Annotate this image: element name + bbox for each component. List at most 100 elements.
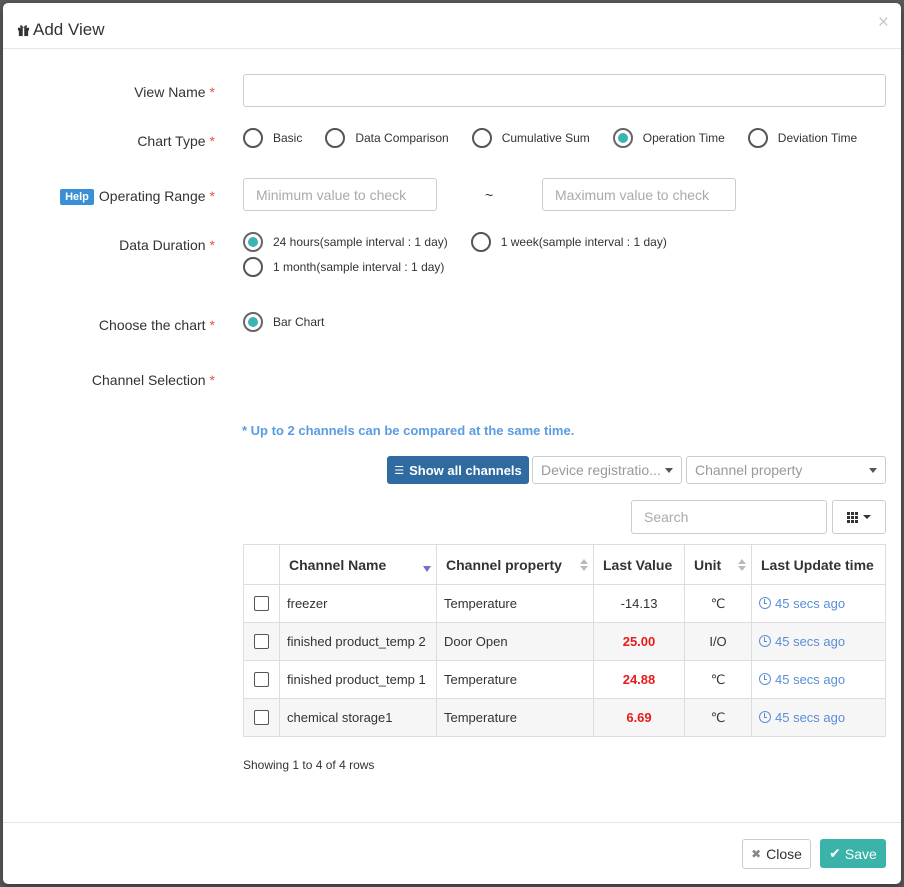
data-duration-radio-group-row2: 1 month(sample interval : 1 day) [243,257,444,277]
radio-label: Bar Chart [273,315,325,329]
duration-1-week[interactable]: 1 week(sample interval : 1 day) [470,232,667,252]
column-header-last-update-time: Last Update time [751,544,886,585]
last-value-cell: 25.00 [593,622,685,661]
column-header-label: Last Value [603,556,673,573]
channel-property-select[interactable]: Channel property [686,456,886,484]
gift-icon [17,24,30,36]
clock-icon [759,635,771,647]
clock-icon [759,673,771,685]
row-checkbox-cell [243,622,280,661]
last-update-text: 45 secs ago [775,672,846,687]
choose-chart-radio-group: Bar Chart [243,312,324,332]
table-row: freezer Temperature -14.13 ℃ 45 secs ago [243,584,886,623]
row-checkbox[interactable] [254,633,269,649]
radio-circle [612,128,633,148]
save-button[interactable]: ✔ Save [820,839,886,868]
last-update-cell: 45 secs ago [751,698,886,737]
column-header-label: Last Update time [761,556,874,573]
device-select-value: Device registratio... [541,462,661,478]
chart-type-radio-group: Basic Data Comparison Cumulative Sum Ope… [243,128,857,148]
last-update-text: 45 secs ago [775,634,846,649]
column-header-last-value: Last Value [593,544,685,585]
row-checkbox-cell [243,660,280,699]
radio-circle [243,257,263,277]
search-input[interactable] [631,500,827,534]
min-value-input[interactable] [243,178,437,211]
channel-selection-label: Channel Selection * [92,372,215,388]
close-icon: ✖ [751,847,762,861]
unit-cell: ℃ [684,660,752,699]
range-separator: ~ [485,187,494,203]
last-update-text: 45 secs ago [775,596,846,611]
modal-footer: ✖ Close ✔ Save [3,822,901,884]
channel-property-cell: Temperature [436,584,594,623]
modal-title: Add View [17,20,105,40]
required-mark: * [209,84,215,100]
data-duration-label-text: Data Duration [119,237,206,253]
row-checkbox-cell [243,584,280,623]
row-checkbox[interactable] [254,671,269,687]
last-update-cell: 45 secs ago [751,622,886,661]
view-name-input[interactable] [243,74,886,107]
required-mark: * [209,188,215,204]
duration-24-hours[interactable]: 24 hours(sample interval : 1 day) [243,232,448,252]
help-badge[interactable]: Help [60,189,94,205]
column-header-channel-property[interactable]: Channel property [436,544,594,585]
close-button[interactable]: ✖ Close [742,839,811,869]
table-header-row: Channel Name Channel property Last Value… [243,544,886,585]
column-header-unit[interactable]: Unit [684,544,752,585]
column-header-label: Channel Name [289,556,387,573]
required-mark: * [209,237,215,253]
unit-cell: I/O [684,622,752,661]
chart-type-data-comparison[interactable]: Data Comparison [325,128,449,148]
chart-bar-chart[interactable]: Bar Chart [243,312,324,332]
columns-toggle-button[interactable] [832,500,886,534]
chevron-down-icon [869,468,877,473]
show-all-channels-button[interactable]: ☰ Show all channels [387,456,529,484]
clock-icon [759,597,771,609]
channel-table: Channel Name Channel property Last Value… [243,544,886,737]
row-checkbox[interactable] [254,709,269,725]
close-icon[interactable]: × [878,13,889,32]
device-registration-select[interactable]: Device registratio... [532,456,682,484]
chart-type-cumulative-sum[interactable]: Cumulative Sum [471,128,590,148]
column-header-channel-name[interactable]: Channel Name [279,544,437,585]
radio-circle [243,128,263,148]
last-update-text: 45 secs ago [775,710,846,725]
check-icon: ✔ [829,845,841,861]
chart-type-label: Chart Type * [137,133,215,149]
table-row: chemical storage1 Temperature 6.69 ℃ 45 … [243,698,886,737]
channel-compare-note: * Up to 2 channels can be compared at th… [242,423,575,438]
unit-cell: ℃ [684,698,752,737]
required-mark: * [209,317,215,333]
chevron-down-icon [863,515,871,519]
view-name-label-text: View Name [134,84,206,100]
clock-icon [759,711,771,723]
chart-type-operation-time[interactable]: Operation Time [612,128,725,148]
sort-desc-icon [423,566,431,572]
radio-circle [747,128,768,148]
radio-circle [243,232,263,252]
row-checkbox[interactable] [254,595,269,611]
table-row: finished product_temp 2 Door Open 25.00 … [243,622,886,661]
modal-header: Add View × [3,3,901,49]
operating-range-label: Help Operating Range * [60,188,215,205]
pagination-info: Showing 1 to 4 of 4 rows [243,758,375,772]
required-mark: * [209,372,215,388]
column-header-label: Unit [694,556,722,573]
duration-1-month[interactable]: 1 month(sample interval : 1 day) [243,257,444,277]
show-all-channels-label: Show all channels [409,462,522,478]
data-duration-radio-group-row1: 24 hours(sample interval : 1 day) 1 week… [243,232,667,252]
radio-label: 1 month(sample interval : 1 day) [273,260,445,274]
operating-range-label-text: Operating Range [98,188,206,204]
channel-name-cell: freezer [279,584,437,623]
radio-label: Deviation Time [777,131,858,145]
chart-type-label-text: Chart Type [137,133,206,149]
list-icon: ☰ [394,464,405,477]
add-view-modal: Add View × View Name * Chart Type * Basic … [3,3,901,884]
chart-type-deviation-time[interactable]: Deviation Time [747,128,858,148]
channel-name-cell: chemical storage1 [279,698,437,737]
chart-type-basic[interactable]: Basic [243,128,302,148]
modal-title-text: Add View [33,20,105,39]
max-value-input[interactable] [542,178,736,211]
